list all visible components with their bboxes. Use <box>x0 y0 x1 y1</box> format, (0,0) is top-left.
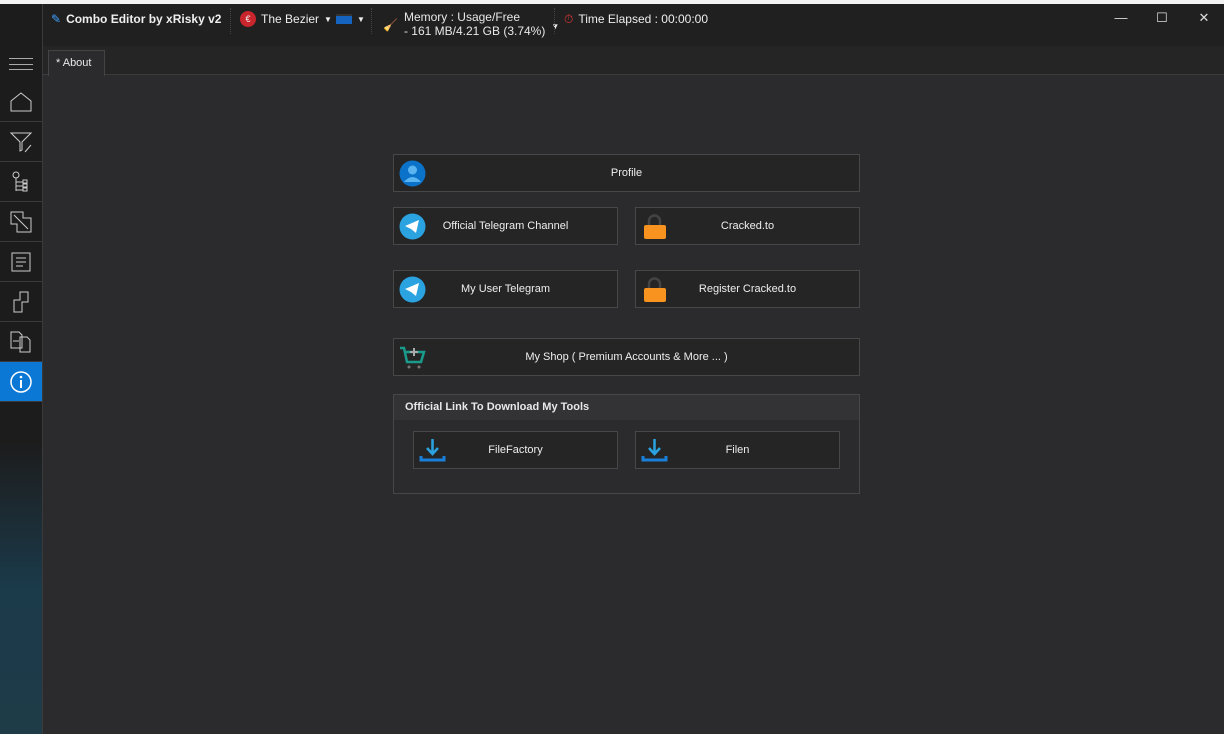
sidebar-item-split[interactable] <box>0 282 42 322</box>
filen-button[interactable]: Filen <box>635 431 840 469</box>
user-icon <box>399 160 426 187</box>
sidebar-item-filter[interactable] <box>0 122 42 162</box>
group-title: Official Link To Download My Tools <box>394 395 859 420</box>
sidebar-item-about[interactable] <box>0 362 42 402</box>
close-button[interactable]: ✕ <box>1194 10 1214 28</box>
lock-icon <box>644 277 666 302</box>
resize-icon <box>10 211 32 232</box>
maximize-button[interactable]: ☐ <box>1152 10 1172 28</box>
sort-lines-icon <box>11 252 31 271</box>
lock-icon <box>644 214 666 239</box>
telegram-icon <box>399 213 426 240</box>
profile-button[interactable]: Profile <box>393 154 860 192</box>
color-swatch-icon <box>336 14 352 24</box>
info-icon <box>10 370 32 393</box>
filefactory-button[interactable]: FileFactory <box>413 431 618 469</box>
cart-icon <box>400 346 426 369</box>
download-icon <box>419 439 446 462</box>
stopwatch-icon: ⏱ <box>564 11 574 26</box>
title-bar: ✎ Combo Editor by xRisky v2 € The Bezier ▼ … <box>43 4 1224 46</box>
sidebar-item-resize[interactable] <box>0 202 42 242</box>
time-elapsed: ⏱ Time Elapsed : 00:00:00 <box>564 11 709 27</box>
split-file-icon <box>13 291 29 312</box>
telegram-channel-button[interactable]: Official Telegram Channel <box>393 207 618 245</box>
user-telegram-button[interactable]: My User Telegram <box>393 270 618 308</box>
merge-files-icon <box>10 331 31 352</box>
tab-about[interactable]: * About <box>48 50 105 76</box>
memory-dropdown[interactable]: 🧹 Memory : Usage/Free - 161 MB/4.21 GB (3… <box>383 10 559 38</box>
download-icon <box>641 439 668 462</box>
hamburger-menu-icon[interactable] <box>9 58 33 70</box>
chevron-down-icon: ▼ <box>551 22 560 31</box>
sidebar <box>0 4 43 734</box>
sidebar-item-merge[interactable] <box>0 322 42 362</box>
tab-bar: * About <box>43 46 1224 76</box>
shop-button[interactable]: My Shop ( Premium Accounts & More ... ) <box>393 338 860 376</box>
chevron-down-icon: ▼ <box>324 14 332 24</box>
minimize-button[interactable]: — <box>1111 10 1131 28</box>
home-icon <box>10 91 32 111</box>
sidebar-item-home[interactable] <box>0 82 42 122</box>
register-cracked-button[interactable]: Register Cracked.to <box>635 270 860 308</box>
broom-icon: 🧹 <box>383 18 398 32</box>
cracked-button[interactable]: Cracked.to <box>635 207 860 245</box>
tree-icon <box>12 171 28 191</box>
app-title: ✎ Combo Editor by xRisky v2 <box>51 12 222 26</box>
telegram-icon <box>399 276 426 303</box>
theme-logo-icon: € <box>240 11 256 27</box>
sidebar-item-sort[interactable] <box>0 242 42 282</box>
chevron-down-icon: ▼ <box>357 14 365 24</box>
theme-dropdown[interactable]: € The Bezier ▼ <box>240 4 332 34</box>
pen-icon: ✎ <box>51 12 62 26</box>
color-dropdown[interactable]: ▼ <box>336 4 365 34</box>
sidebar-item-tree[interactable] <box>0 162 42 202</box>
filter-edit-icon <box>9 132 33 152</box>
